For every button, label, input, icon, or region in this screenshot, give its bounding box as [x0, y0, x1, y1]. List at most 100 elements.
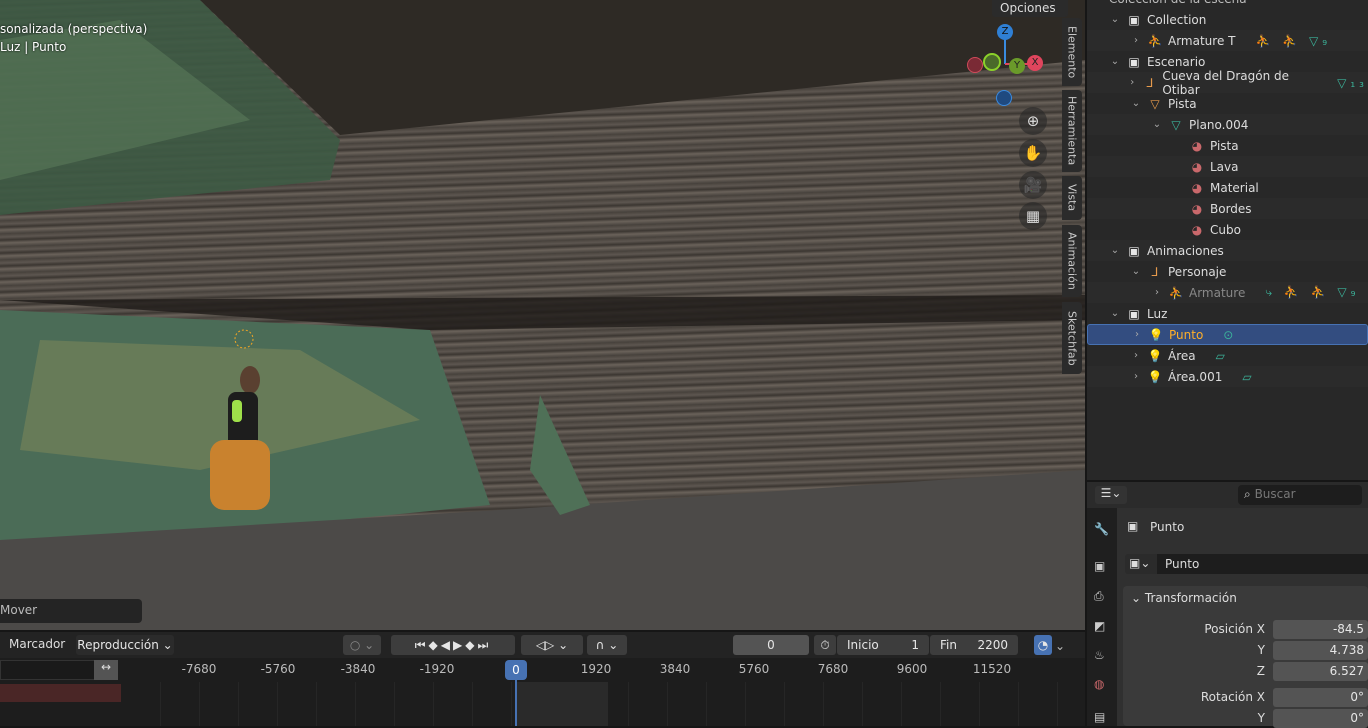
chevron-right-icon[interactable]: › — [1130, 35, 1142, 46]
chevron-down-icon[interactable]: ⌄ — [1151, 119, 1163, 130]
playhead[interactable]: 0 — [505, 660, 527, 680]
gizmo-x[interactable]: X — [1027, 55, 1043, 71]
3d-viewport[interactable]: sonalizada (perspectiva) Luz | Punto Opc… — [0, 0, 1085, 630]
outliner-row[interactable]: ◕ Bordes — [1087, 198, 1368, 219]
tab-sketchfab[interactable]: Sketchfab — [1062, 302, 1082, 374]
outliner-row[interactable]: ◕ Lava — [1087, 156, 1368, 177]
chevron-right-icon[interactable]: › — [1131, 329, 1143, 340]
gizmo-neg-z[interactable] — [996, 90, 1012, 106]
playback-menu[interactable]: Reproducción ⌄ — [76, 635, 174, 655]
keying-toggle[interactable]: ○ ⌄ — [343, 635, 381, 655]
outliner-row-data-icons[interactable]: ▽₁₃ — [1337, 76, 1368, 90]
timeline-tick-label: -5760 — [260, 662, 296, 676]
outliner-row[interactable]: ◕ Cubo — [1087, 219, 1368, 240]
chevron-right-icon[interactable]: › — [1127, 77, 1138, 88]
chevron-down-icon[interactable]: ⌄ — [1109, 245, 1121, 256]
navigation-gizmo[interactable]: Z Y X — [965, 22, 1045, 112]
rotation-x-field[interactable]: 0° — [1273, 688, 1368, 707]
outliner-row-data-icons[interactable]: ▱ — [1216, 349, 1229, 363]
operator-panel-mover[interactable]: Mover — [0, 599, 142, 623]
material-icon: ◕ — [1191, 159, 1203, 174]
outliner-row-label: Personaje — [1168, 264, 1227, 279]
position-z-field[interactable]: 6.527 — [1273, 662, 1368, 681]
stopwatch-icon[interactable]: ⏱ — [814, 635, 836, 655]
collection-tab-icon[interactable]: ▤ — [1094, 710, 1105, 724]
playhead-line[interactable] — [515, 677, 517, 726]
zoom-icon[interactable]: ⊕ — [1019, 107, 1047, 135]
gizmo-neg-y[interactable] — [983, 53, 1001, 71]
camera-icon[interactable]: 🎥 — [1019, 171, 1047, 199]
tool-tab-icon[interactable]: 🔧 — [1094, 522, 1109, 536]
position-y-field[interactable]: 4.738 — [1273, 641, 1368, 660]
world-tab-icon[interactable]: ◍ — [1094, 677, 1104, 691]
outliner-row[interactable]: ⌄ ⅃ Personaje — [1087, 261, 1368, 282]
outliner-row[interactable]: ⌄ ▽ Plano.004 — [1087, 114, 1368, 135]
outliner-row[interactable]: › 💡 Punto ⊙ — [1087, 324, 1368, 345]
tab-herramienta[interactable]: Herramienta — [1062, 90, 1082, 172]
outliner-row[interactable]: ⌄ ▣ Collection — [1087, 9, 1368, 30]
outliner-row-data-icons[interactable]: ⤷ ⛹ ⛹ ▽₉ — [1265, 285, 1359, 300]
overlay-dropdown[interactable]: ⌄ — [1055, 639, 1065, 653]
chevron-right-icon[interactable]: › — [1151, 287, 1163, 298]
snap-toggle[interactable]: ∩ ⌄ — [587, 635, 627, 655]
outliner-row-data-icons[interactable]: ▱ — [1242, 370, 1255, 384]
output-tab-icon[interactable]: ⎙ — [1094, 589, 1104, 604]
tab-vista[interactable]: Vista — [1062, 176, 1082, 220]
swap-icon[interactable]: ↔ — [94, 660, 118, 680]
search-input[interactable]: ⌕ Buscar — [1238, 485, 1362, 505]
keyframe-jump[interactable]: ◁▷ ⌄ — [521, 635, 583, 655]
object-name-field[interactable]: Punto — [1157, 554, 1368, 574]
gizmo-y[interactable]: Y — [1009, 58, 1025, 74]
outliner-row[interactable]: ⌄ ▽ Pista — [1087, 93, 1368, 114]
chevron-right-icon[interactable]: › — [1130, 371, 1142, 382]
hand-pan-icon[interactable]: ✋ — [1019, 139, 1047, 167]
scene-render — [0, 0, 1085, 630]
operator-label: Mover — [0, 603, 38, 617]
tab-animacion[interactable]: Animación — [1062, 225, 1082, 297]
scene-tab-icon[interactable]: ♨ — [1094, 648, 1105, 662]
object-type-menu[interactable]: ▣⌄ — [1125, 554, 1157, 574]
outliner-row[interactable]: ◕ Pista — [1087, 135, 1368, 156]
start-frame-field[interactable]: Inicio 1 — [837, 635, 929, 655]
summary-channel[interactable] — [0, 684, 121, 702]
properties-editor[interactable]: ☰⌄ ⌕ Buscar 🔧 ▣ ⎙ ◩ ♨ ◍ ▤ ▣ Punto ▣⌄ Pun… — [1087, 482, 1368, 728]
overlay-toggle[interactable]: ◔ — [1034, 635, 1052, 655]
gizmo-neg-x[interactable] — [967, 57, 983, 73]
outliner-row[interactable]: ⌄ ▣ Luz — [1087, 303, 1368, 324]
editor-type-menu[interactable]: ☰⌄ — [1095, 486, 1127, 504]
grid-perspective-icon[interactable]: ▦ — [1019, 202, 1047, 230]
chevron-down-icon[interactable]: ⌄ — [1109, 308, 1121, 319]
outliner-row-data-icons[interactable]: ⊙ — [1223, 328, 1237, 342]
outliner-row-label: Área.001 — [1168, 369, 1223, 384]
render-tab-icon[interactable]: ▣ — [1094, 559, 1105, 573]
tab-elemento[interactable]: Elemento — [1062, 18, 1082, 86]
chevron-right-icon[interactable]: › — [1130, 350, 1142, 361]
chevron-down-icon[interactable]: ⌄ — [1130, 266, 1142, 277]
outliner-row-data-icons[interactable]: ⛹ ⛹ ▽₉ — [1255, 34, 1331, 48]
current-frame-field[interactable]: 0 — [733, 635, 809, 655]
outliner-row[interactable]: › 💡 Área ▱ — [1087, 345, 1368, 366]
outliner-row[interactable]: › ⅃ Cueva del Dragón de Otibar ▽₁₃ — [1087, 69, 1368, 97]
playback-controls[interactable]: ⏮◆◀▶◆⏭ — [391, 635, 515, 655]
marker-menu[interactable]: Marcador — [9, 637, 65, 651]
transform-panel-header[interactable]: ⌄ Transformación — [1131, 591, 1237, 605]
outliner-row[interactable]: ◕ Material — [1087, 177, 1368, 198]
chevron-down-icon[interactable]: ⌄ — [1130, 98, 1142, 109]
rotation-y-field[interactable]: 0° — [1273, 709, 1368, 728]
chevron-down-icon[interactable]: ⌄ — [1109, 56, 1121, 67]
start-label: Inicio — [847, 638, 879, 652]
outliner[interactable]: Colección de la escena ⌄ ▣ Collection › ⛹ Arm… — [1087, 0, 1368, 480]
light-icon: 💡 — [1148, 327, 1164, 342]
timeline[interactable]: Marcador Reproducción ⌄ ○ ⌄ ⏮◆◀▶◆⏭ ◁▷ ⌄ … — [0, 632, 1085, 726]
position-x-field[interactable]: -84.5 — [1273, 620, 1368, 639]
outliner-row[interactable]: › 💡 Área.001 ▱ — [1087, 366, 1368, 387]
outliner-row[interactable]: › ⛹ Armature T ⛹ ⛹ ▽₉ — [1087, 30, 1368, 51]
view-layer-tab-icon[interactable]: ◩ — [1094, 619, 1105, 633]
end-frame-field[interactable]: Fin 2200 — [930, 635, 1018, 655]
gizmo-z[interactable]: Z — [997, 24, 1013, 40]
chevron-down-icon[interactable]: ⌄ — [1109, 14, 1121, 25]
options-dropdown[interactable]: Opciones ⌄ — [992, 0, 1068, 32]
armature-icon: ⛹ — [1147, 33, 1163, 48]
outliner-row[interactable]: ⌄ ▣ Animaciones — [1087, 240, 1368, 261]
outliner-row[interactable]: › ⛹ Armature ⤷ ⛹ ⛹ ▽₉ — [1087, 282, 1368, 303]
